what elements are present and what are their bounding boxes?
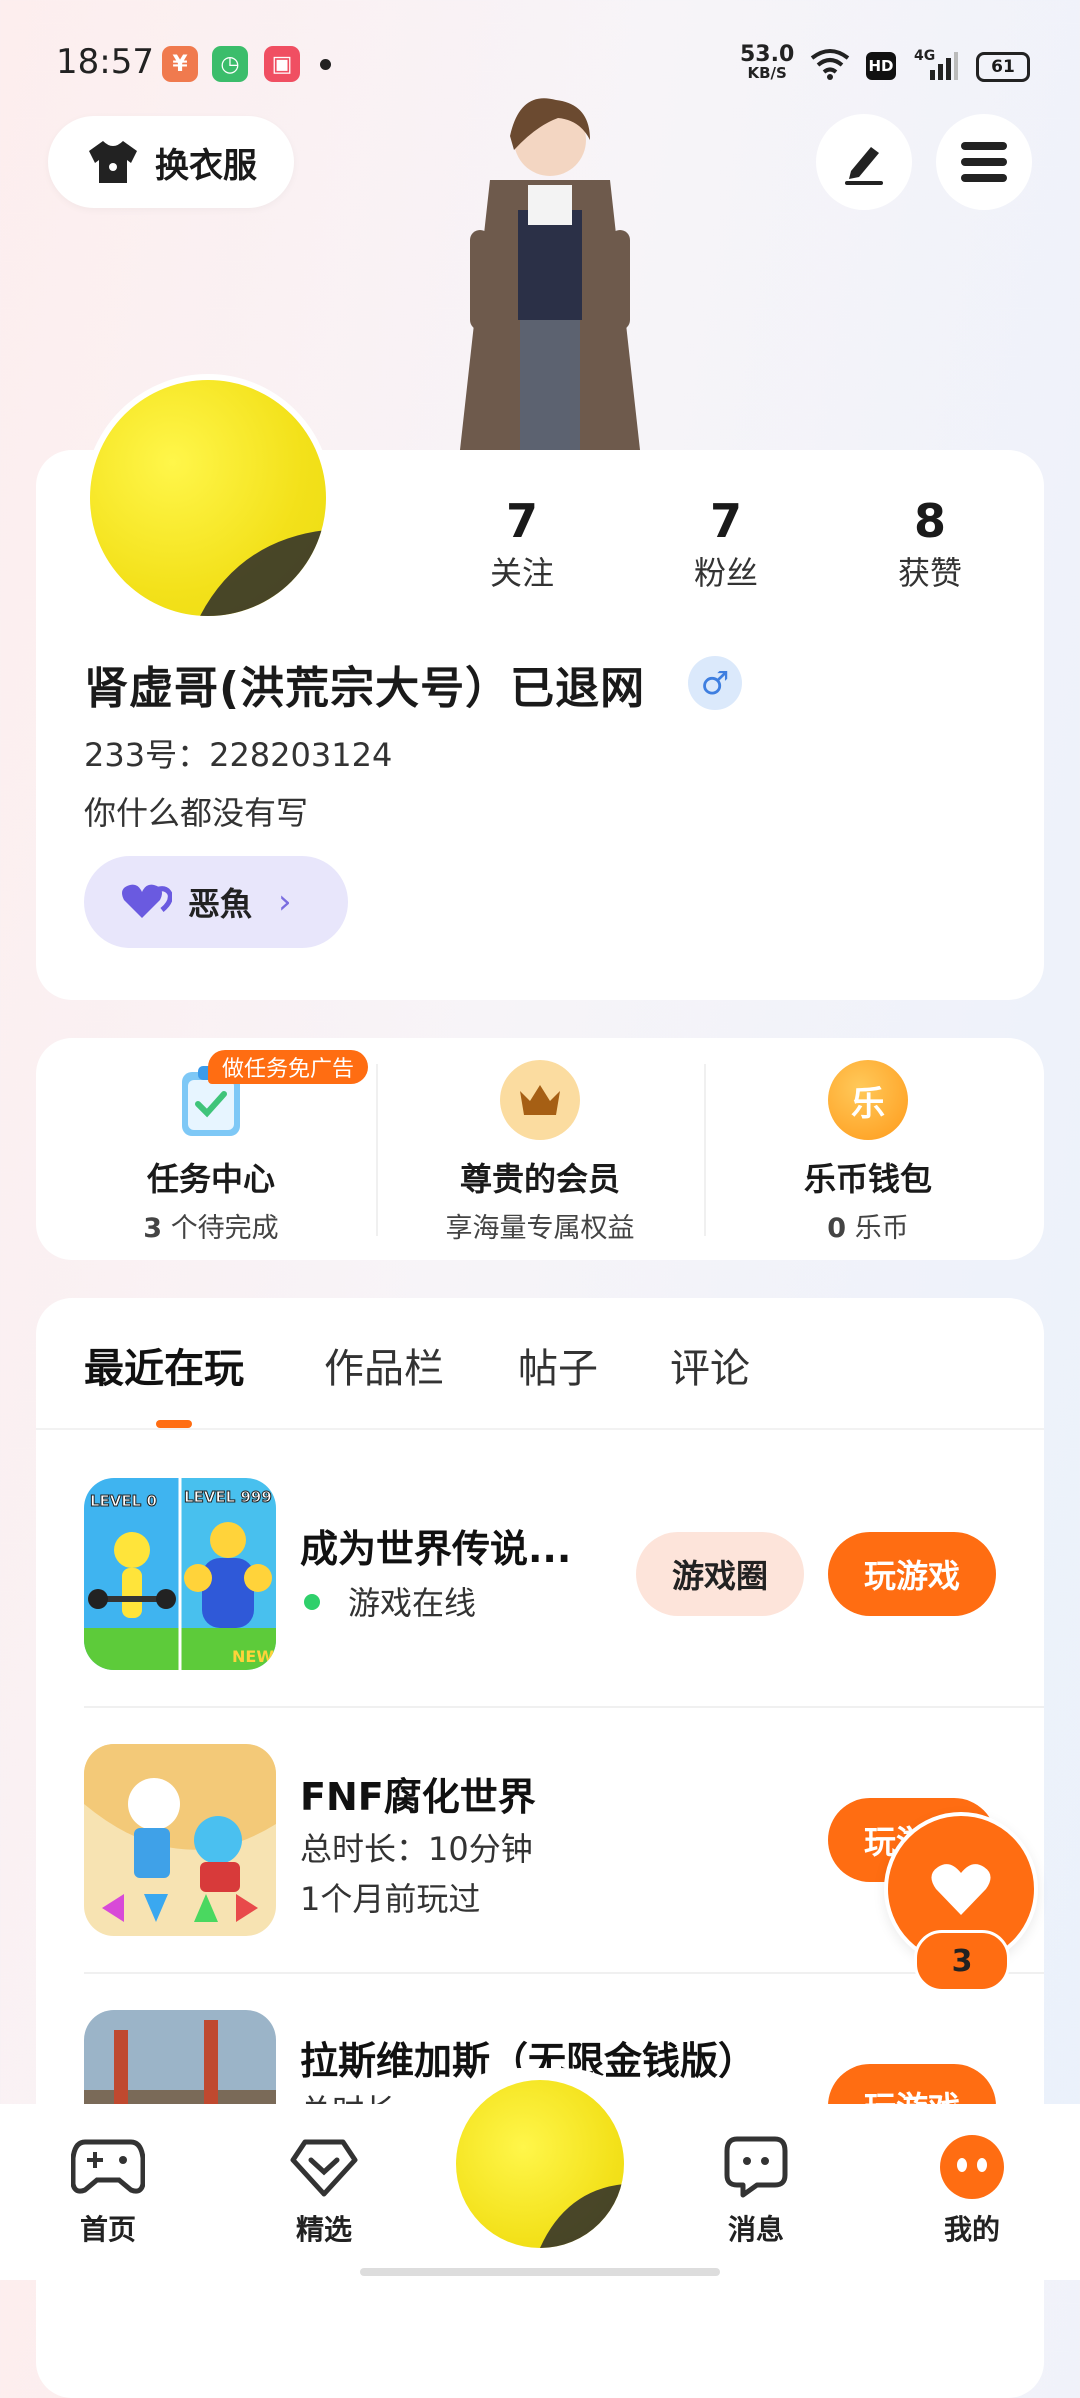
title-badge-button[interactable]: 恶魚 ›	[84, 856, 348, 948]
game-online-status: 游戏在线	[348, 1584, 477, 1622]
tab-recently-played[interactable]: 最近在玩	[84, 1336, 244, 1394]
online-status-dot	[304, 1594, 320, 1610]
menu-icon	[961, 142, 1007, 182]
tab-posts[interactable]: 帖子	[518, 1336, 598, 1394]
edit-profile-button[interactable]	[816, 114, 912, 210]
likes-count: 8	[913, 494, 946, 548]
task-center[interactable]: 任务中心 3 个待完成	[46, 1060, 376, 1245]
heart-icon	[931, 1864, 991, 1915]
menu-button[interactable]	[936, 114, 1032, 210]
wallet-app-icon: ¥	[162, 46, 198, 82]
vip-sub: 享海量专属权益	[445, 1213, 635, 1244]
game-duration: 总时长：10分钟	[300, 1830, 533, 1868]
row-divider	[84, 1972, 1044, 1974]
avatar-shadow	[200, 530, 326, 616]
game-title[interactable]: 成为世界传说...	[300, 1518, 571, 1573]
badge-label: 恶魚	[188, 885, 253, 923]
heart-badge-icon	[122, 884, 172, 918]
clock-app-icon: ◷	[212, 46, 248, 82]
battery-icon: 61	[976, 52, 1030, 82]
home-indicator	[360, 2268, 720, 2276]
male-gender-icon: ♂	[688, 656, 742, 710]
nav-messages-label: 消息	[727, 2213, 784, 2246]
coin-count: 0	[827, 1213, 847, 1244]
vip-title: 尊贵的会员	[459, 1160, 620, 1198]
nav-messages[interactable]: 消息	[676, 2130, 836, 2248]
tab-comments[interactable]: 评论	[670, 1336, 750, 1394]
profile-avatar[interactable]	[84, 374, 332, 622]
notification-dot	[320, 59, 331, 70]
stat-following[interactable]: 7 关注	[442, 496, 602, 594]
task-suffix: 个待完成	[170, 1213, 279, 1244]
center-avatar-button[interactable]	[456, 2080, 624, 2248]
net-speed: 53.0 KB/S	[740, 44, 794, 81]
following-count: 7	[505, 494, 538, 548]
video-app-icon: ▣	[264, 46, 300, 82]
chevron-right-icon: ›	[278, 882, 292, 922]
stat-followers[interactable]: 7 粉丝	[646, 496, 806, 594]
gamepad-icon	[71, 2130, 145, 2204]
bio: 你什么都没有写	[84, 794, 309, 832]
heart-diamond-icon	[287, 2130, 361, 2204]
following-label: 关注	[489, 554, 554, 592]
likes-label: 获赞	[897, 554, 962, 592]
wallet-title: 乐币钱包	[803, 1160, 932, 1198]
user-id: 233号：228203124	[84, 736, 393, 774]
wallet-sub: 0 乐币	[703, 1206, 1033, 1245]
followers-count: 7	[709, 494, 742, 548]
row-divider	[84, 1706, 1044, 1708]
task-center-sub: 3 个待完成	[46, 1206, 376, 1245]
net-speed-unit: KB/S	[747, 64, 787, 82]
tab-divider	[36, 1428, 1044, 1430]
game-thumbnail[interactable]	[84, 1744, 276, 1936]
stat-likes[interactable]: 8 获赞	[850, 496, 1010, 594]
play-game-button[interactable]: 玩游戏	[828, 1532, 996, 1616]
game-last-played: 1个月前玩过	[300, 1880, 481, 1918]
thumb-level-999: LEVEL 999	[184, 1488, 272, 1506]
coin-wallet[interactable]: 乐 乐币钱包 0 乐币	[703, 1060, 1033, 1245]
change-outfit-label: 换衣服	[155, 145, 257, 186]
tab-works[interactable]: 作品栏	[324, 1336, 444, 1394]
crown-icon	[500, 1060, 580, 1140]
change-outfit-button[interactable]: 换衣服	[48, 116, 294, 208]
game-title[interactable]: FNF腐化世界	[300, 1766, 536, 1821]
like-count-badge: 3	[914, 1930, 1010, 1992]
hd-icon: HD	[866, 52, 896, 80]
task-center-title: 任务中心	[146, 1160, 275, 1198]
game-thumbnail[interactable]: LEVEL 0 LEVEL 999 NEW	[84, 1478, 276, 1670]
followers-label: 粉丝	[693, 554, 758, 592]
game-circle-button[interactable]: 游戏圈	[636, 1532, 804, 1616]
chat-icon	[719, 2130, 793, 2204]
shirt-icon	[89, 141, 137, 183]
no-ads-tag: 做任务免广告	[208, 1050, 369, 1084]
status-time: 18:57	[56, 42, 154, 82]
nav-featured-label: 精选	[295, 2213, 352, 2246]
nav-home-label: 首页	[79, 2213, 136, 2246]
profile-dots-icon	[935, 2130, 1009, 2204]
nav-home[interactable]: 首页	[28, 2130, 188, 2248]
vip-membership[interactable]: 尊贵的会员 享海量专属权益	[375, 1060, 705, 1245]
coin-icon: 乐	[828, 1060, 908, 1140]
coin-suffix: 乐币	[854, 1213, 909, 1244]
wifi-icon	[810, 49, 850, 80]
edit-icon	[845, 147, 883, 185]
nav-profile[interactable]: 我的	[892, 2130, 1052, 2248]
active-tab-indicator	[156, 1420, 192, 1428]
thumb-level-0: LEVEL 0	[90, 1492, 157, 1510]
nav-featured[interactable]: 精选	[244, 2130, 404, 2248]
nickname: 肾虚哥(洪荒宗大号）已退网	[84, 663, 646, 714]
task-count: 3	[143, 1213, 163, 1244]
signal-icon	[930, 52, 958, 80]
character-avatar[interactable]	[440, 90, 660, 450]
coin-icon-text: 乐	[851, 1083, 885, 1124]
nav-profile-label: 我的	[943, 2213, 1000, 2246]
